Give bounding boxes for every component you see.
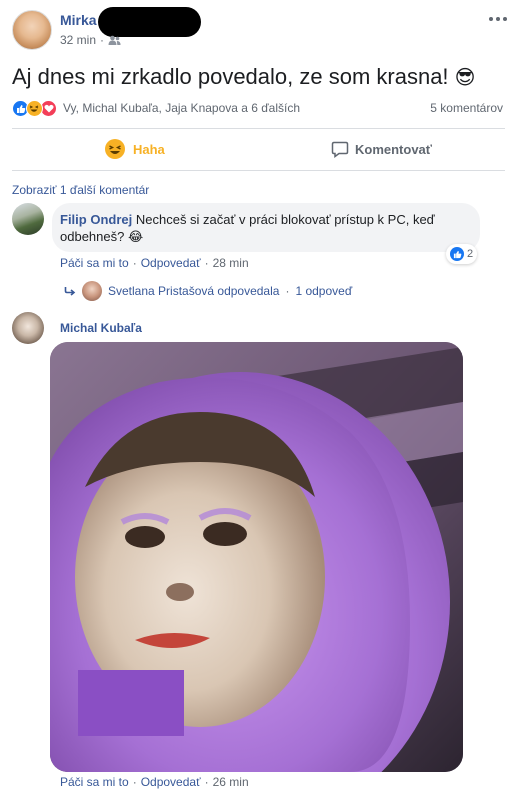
reactions-icons[interactable]	[12, 100, 57, 117]
more-icon[interactable]	[488, 16, 508, 22]
comment-reaction-badge[interactable]: 2	[446, 244, 478, 264]
reply-link[interactable]: Odpovedať	[141, 775, 201, 789]
comment-image[interactable]	[50, 342, 463, 772]
haha-reaction-icon	[26, 100, 43, 117]
comment-time[interactable]: 26 min	[213, 775, 249, 789]
dot: ·	[204, 775, 209, 789]
more-comments-link[interactable]: Zobraziť 1 ďalší komentár	[12, 183, 149, 197]
meta-separator: ·	[100, 33, 105, 47]
comments-count[interactable]: 5 komentárov	[430, 101, 503, 115]
post-text: Aj dnes mi zrkadlo povedalo, ze som kras…	[12, 63, 476, 92]
comment-label: Komentovať	[355, 142, 433, 157]
like-link[interactable]: Páči sa mi to	[60, 256, 129, 270]
monkey-photo	[50, 342, 463, 772]
dot: ·	[285, 284, 290, 298]
post-time[interactable]: 32 min	[60, 33, 96, 47]
reply-arrow-icon	[64, 286, 76, 296]
reaction-count: 2	[467, 248, 474, 260]
reply-count: 1 odpoveď	[295, 284, 353, 298]
replier-avatar	[82, 281, 102, 301]
haha-button[interactable]: Haha	[105, 139, 165, 159]
author-name[interactable]: Mirka	[60, 12, 97, 28]
reply-link[interactable]: Odpovedať	[141, 256, 201, 270]
dot: ·	[204, 256, 209, 270]
comment-author[interactable]: Filip Ondrej	[60, 212, 132, 227]
like-link[interactable]: Páči sa mi to	[60, 775, 129, 789]
comment-time[interactable]: 28 min	[213, 256, 249, 270]
comment-button[interactable]: Komentovať	[331, 141, 432, 158]
like-reaction-icon	[450, 247, 464, 261]
author-avatar[interactable]	[12, 10, 52, 50]
divider	[12, 170, 505, 171]
laugh-emoji: 😂	[127, 229, 144, 244]
reactions-summary[interactable]: Vy, Michal Kubaľa, Jaja Knapova a 6 ďalš…	[63, 101, 300, 115]
post-meta: 32 min ·	[60, 33, 121, 47]
post-text-body: Aj dnes mi zrkadlo povedalo, ze som kras…	[12, 64, 449, 89]
dot: ·	[132, 775, 137, 789]
haha-label: Haha	[133, 141, 165, 157]
comment-actions: Páči sa mi to · Odpovedať · 26 min	[60, 775, 249, 789]
comment-icon	[331, 141, 349, 158]
comment-actions: Páči sa mi to · Odpovedať · 28 min	[60, 256, 249, 270]
comment-author[interactable]: Michal Kubaľa	[60, 321, 142, 335]
comment-text: Filip Ondrej Nechceš si začať v práci bl…	[60, 211, 465, 245]
sunglasses-emoji: 😎	[454, 67, 476, 89]
dot: ·	[132, 256, 137, 270]
haha-icon	[105, 139, 125, 159]
replies-summary[interactable]: Svetlana Pristašová odpovedala · 1 odpov…	[64, 281, 352, 301]
commenter-avatar-filip[interactable]	[12, 203, 44, 235]
divider	[12, 128, 505, 129]
friends-icon	[108, 35, 121, 45]
reply-author-summary: Svetlana Pristašová odpovedala	[108, 284, 280, 298]
commenter-avatar-michal[interactable]	[12, 312, 44, 344]
